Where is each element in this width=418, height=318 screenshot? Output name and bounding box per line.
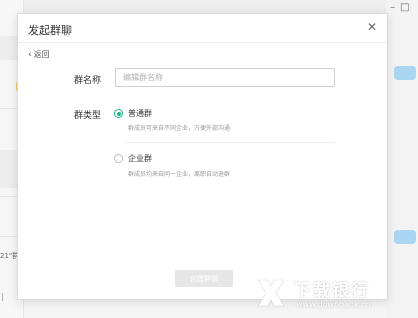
group-name-label: 群名称 [74, 76, 102, 86]
background-tick: | [1, 292, 4, 301]
option-divider [126, 142, 334, 143]
group-name-input[interactable] [115, 68, 335, 87]
background-chat-area: – □ [386, 0, 418, 318]
background-message-bubble [394, 230, 416, 244]
back-button[interactable]: ‹ 返回 [28, 49, 50, 60]
radio-enterprise-group[interactable] [114, 154, 123, 163]
window-maximize-icon[interactable]: □ [400, 2, 409, 13]
dialog-title: 发起群聊 [28, 24, 72, 37]
window-minimize-icon[interactable]: – [390, 2, 395, 13]
option-normal-group-description: 群成员可来自不同企业，方便外部沟通 [128, 125, 231, 132]
background-message-bubble [394, 66, 416, 80]
watermark-logo-icon [257, 279, 285, 307]
option-enterprise-group-label: 企业群 [128, 154, 152, 163]
radio-normal-group[interactable] [114, 109, 123, 118]
option-enterprise-group-description: 群成员均来自同一企业，离职自动退群 [128, 171, 231, 178]
back-label: 返回 [33, 50, 50, 59]
watermark: 下载银行 www.downbank.cn [254, 272, 414, 316]
option-normal-group-label: 普通群 [128, 109, 152, 118]
create-group-button[interactable]: 创建群聊 [175, 270, 233, 287]
create-group-dialog: 发起群聊 ✕ ‹ 返回 群名称 群类型 普通群 群成员可来自不同企业，方便外部沟… [17, 13, 388, 300]
group-type-label: 群类型 [74, 111, 102, 121]
watermark-title: 下载银行 [294, 281, 370, 301]
watermark-url: www.downbank.cn [296, 300, 371, 309]
chevron-left-icon: ‹ [28, 49, 32, 60]
dialog-divider [18, 42, 387, 43]
close-icon[interactable]: ✕ [367, 20, 377, 34]
